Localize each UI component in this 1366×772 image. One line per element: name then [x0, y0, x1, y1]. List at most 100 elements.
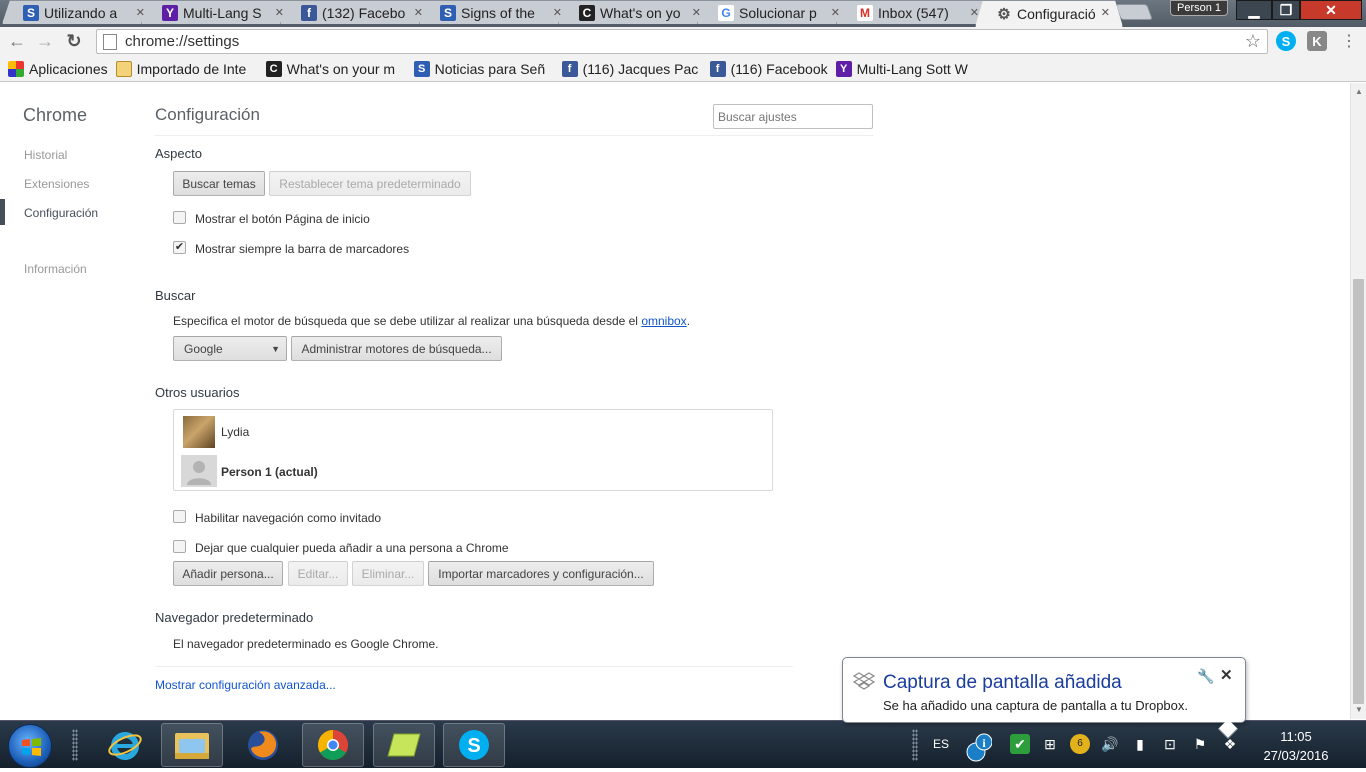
windows-icon[interactable]: ⊞	[1040, 734, 1060, 754]
advanced-settings-link[interactable]: Mostrar configuración avanzada...	[155, 678, 336, 692]
tab-label: What's on yo	[600, 4, 681, 21]
minimize-button[interactable]: ▁	[1236, 0, 1272, 20]
language-indicator[interactable]: ES	[930, 734, 952, 754]
show-home-checkbox[interactable]	[173, 211, 186, 224]
tab-label: Multi-Lang S	[183, 4, 262, 21]
tab-strip: S Utilizando a ✕ Y Multi-Lang S ✕ f (132) Fac…	[0, 0, 1366, 28]
chrome-icon[interactable]	[302, 723, 364, 767]
tab-label: Solucionar p	[739, 4, 817, 21]
scrollbar[interactable]: ▲ ▼	[1350, 83, 1366, 719]
volume-icon[interactable]: 🔊	[1100, 734, 1120, 754]
maximize-button[interactable]: ❐	[1272, 0, 1300, 20]
add-person-button[interactable]: Añadir persona...	[173, 561, 283, 586]
close-window-button[interactable]: ✕	[1300, 0, 1362, 20]
tab[interactable]: C What's on yo ✕	[558, 0, 714, 24]
tab-settings[interactable]: ⚙ Configuració ✕	[975, 0, 1123, 27]
internet-explorer-icon[interactable]	[94, 723, 156, 767]
notification-badge[interactable]: 6	[1070, 734, 1090, 754]
show-bookmarks-label: Mostrar siempre la barra de marcadores	[195, 242, 410, 256]
search-engine-select[interactable]: Google ▼	[173, 336, 287, 361]
new-tab-button[interactable]	[1115, 4, 1153, 20]
bookmark[interactable]: f (116) Facebook	[709, 60, 828, 77]
clock[interactable]: 11:05 27/03/2016	[1256, 727, 1336, 765]
star-icon[interactable]: ☆	[1245, 31, 1261, 52]
sidebar-item-configuracion[interactable]: Configuración	[24, 206, 98, 220]
close-icon[interactable]: ✕	[1220, 666, 1233, 684]
sticky-notes-icon[interactable]	[373, 723, 435, 767]
import-bookmarks-button[interactable]: Importar marcadores y configuración...	[428, 561, 654, 586]
network-icon[interactable]: ⊡	[1160, 734, 1180, 754]
reset-theme-button[interactable]: Restablecer tema predeterminado	[269, 171, 471, 196]
bookmark-label: (116) Jacques Pac	[582, 60, 699, 77]
bookmark-folder[interactable]: Importado de Inte	[115, 60, 258, 77]
themes-button[interactable]: Buscar temas	[173, 171, 265, 196]
section-heading-default-browser: Navegador predeterminado	[155, 610, 314, 625]
dropbox-icon[interactable]: ❖	[1220, 734, 1240, 754]
action-center-flag-icon[interactable]: ⚑	[1190, 734, 1210, 754]
bookmark-label: What's on your m	[286, 60, 396, 77]
scrollbar-thumb[interactable]	[1353, 279, 1364, 704]
address-bar[interactable]: chrome://settings ☆	[96, 29, 1268, 54]
section-heading-users: Otros usuarios	[155, 385, 240, 400]
guest-browsing-checkbox[interactable]	[173, 510, 186, 523]
bookmark-apps[interactable]: Aplicaciones	[8, 60, 108, 77]
site-favicon-icon: S	[413, 60, 430, 77]
show-home-label: Mostrar el botón Página de inicio	[195, 212, 370, 226]
sidebar-item-historial[interactable]: Historial	[24, 148, 67, 162]
battery-icon[interactable]: ▮	[1130, 734, 1150, 754]
start-button[interactable]	[8, 724, 52, 768]
edit-person-button[interactable]: Editar...	[288, 561, 348, 586]
search-input[interactable]	[713, 104, 873, 129]
tab[interactable]: S Utilizando a ✕	[2, 0, 158, 24]
file-explorer-icon[interactable]	[161, 723, 223, 767]
tab[interactable]: f (132) Facebo ✕	[280, 0, 436, 24]
dropbox-notification[interactable]: Captura de pantalla añadida Se ha añadid…	[842, 657, 1246, 739]
user-name-current[interactable]: Person 1 (actual)	[221, 465, 318, 479]
search-description-text: Especifica el motor de búsqueda que se d…	[173, 314, 638, 328]
divider	[155, 666, 793, 667]
info-icon[interactable]: i	[966, 733, 993, 762]
sidebar-item-informacion[interactable]: Información	[24, 262, 87, 276]
forward-arrow-icon[interactable]: →	[34, 30, 56, 52]
user-name[interactable]: Lydia	[221, 425, 249, 439]
bookmark-label: Multi-Lang Sott W	[856, 60, 968, 77]
default-avatar-icon	[181, 455, 217, 487]
reload-icon[interactable]: ↻	[63, 30, 85, 52]
bookmark[interactable]: Y Multi-Lang Sott W	[835, 60, 981, 77]
bookmark[interactable]: C What's on your m	[265, 60, 406, 77]
menu-icon[interactable]: ⋮	[1338, 30, 1360, 52]
omnibox-link[interactable]: omnibox	[641, 314, 686, 328]
sidebar-item-extensiones[interactable]: Extensiones	[24, 177, 89, 191]
tab[interactable]: Y Multi-Lang S ✕	[141, 0, 297, 24]
skype-icon[interactable]: S	[443, 723, 505, 767]
show-bookmarks-checkbox[interactable]: ✔	[173, 241, 186, 254]
anyone-add-person-checkbox[interactable]	[173, 540, 186, 553]
wrench-icon[interactable]: 🔧	[1197, 668, 1214, 685]
close-icon[interactable]: ✕	[970, 6, 979, 19]
site-favicon-icon: M	[857, 5, 873, 21]
tab[interactable]: G Solucionar p ✕	[697, 0, 853, 24]
tab[interactable]: S Signs of the ✕	[419, 0, 575, 24]
tab-label: Inbox (547)	[878, 4, 949, 21]
chevron-down-icon: ▼	[271, 343, 280, 354]
skype-icon[interactable]: S	[1276, 31, 1296, 51]
close-icon[interactable]: ✕	[1101, 6, 1110, 19]
delete-person-button[interactable]: Eliminar...	[352, 561, 424, 586]
taskbar: S ES i ✔ ⊞ 6 🔊 ▮ ⊡ ⚑ ❖ 11:05 27/03/2016	[0, 720, 1366, 768]
k-extension-icon[interactable]: K	[1307, 31, 1327, 51]
security-check-icon[interactable]: ✔	[1010, 734, 1030, 754]
bookmark[interactable]: f (116) Jacques Pac	[561, 60, 702, 77]
profile-button[interactable]: Person 1	[1170, 0, 1228, 16]
url-text[interactable]: chrome://settings	[125, 33, 239, 50]
bookmark[interactable]: S Noticias para Señ	[413, 60, 554, 77]
scroll-down-icon[interactable]: ▼	[1355, 705, 1363, 714]
firefox-icon[interactable]	[232, 723, 294, 767]
bookmark-label: Aplicaciones	[29, 60, 108, 77]
back-arrow-icon[interactable]: ←	[6, 30, 28, 52]
apps-icon	[8, 60, 24, 77]
manage-search-engines-button[interactable]: Administrar motores de búsqueda...	[291, 336, 502, 361]
scroll-up-icon[interactable]: ▲	[1355, 87, 1363, 96]
notification-title: Captura de pantalla añadida	[883, 672, 1122, 693]
tab[interactable]: M Inbox (547) ✕	[836, 0, 992, 24]
divider	[155, 135, 873, 136]
